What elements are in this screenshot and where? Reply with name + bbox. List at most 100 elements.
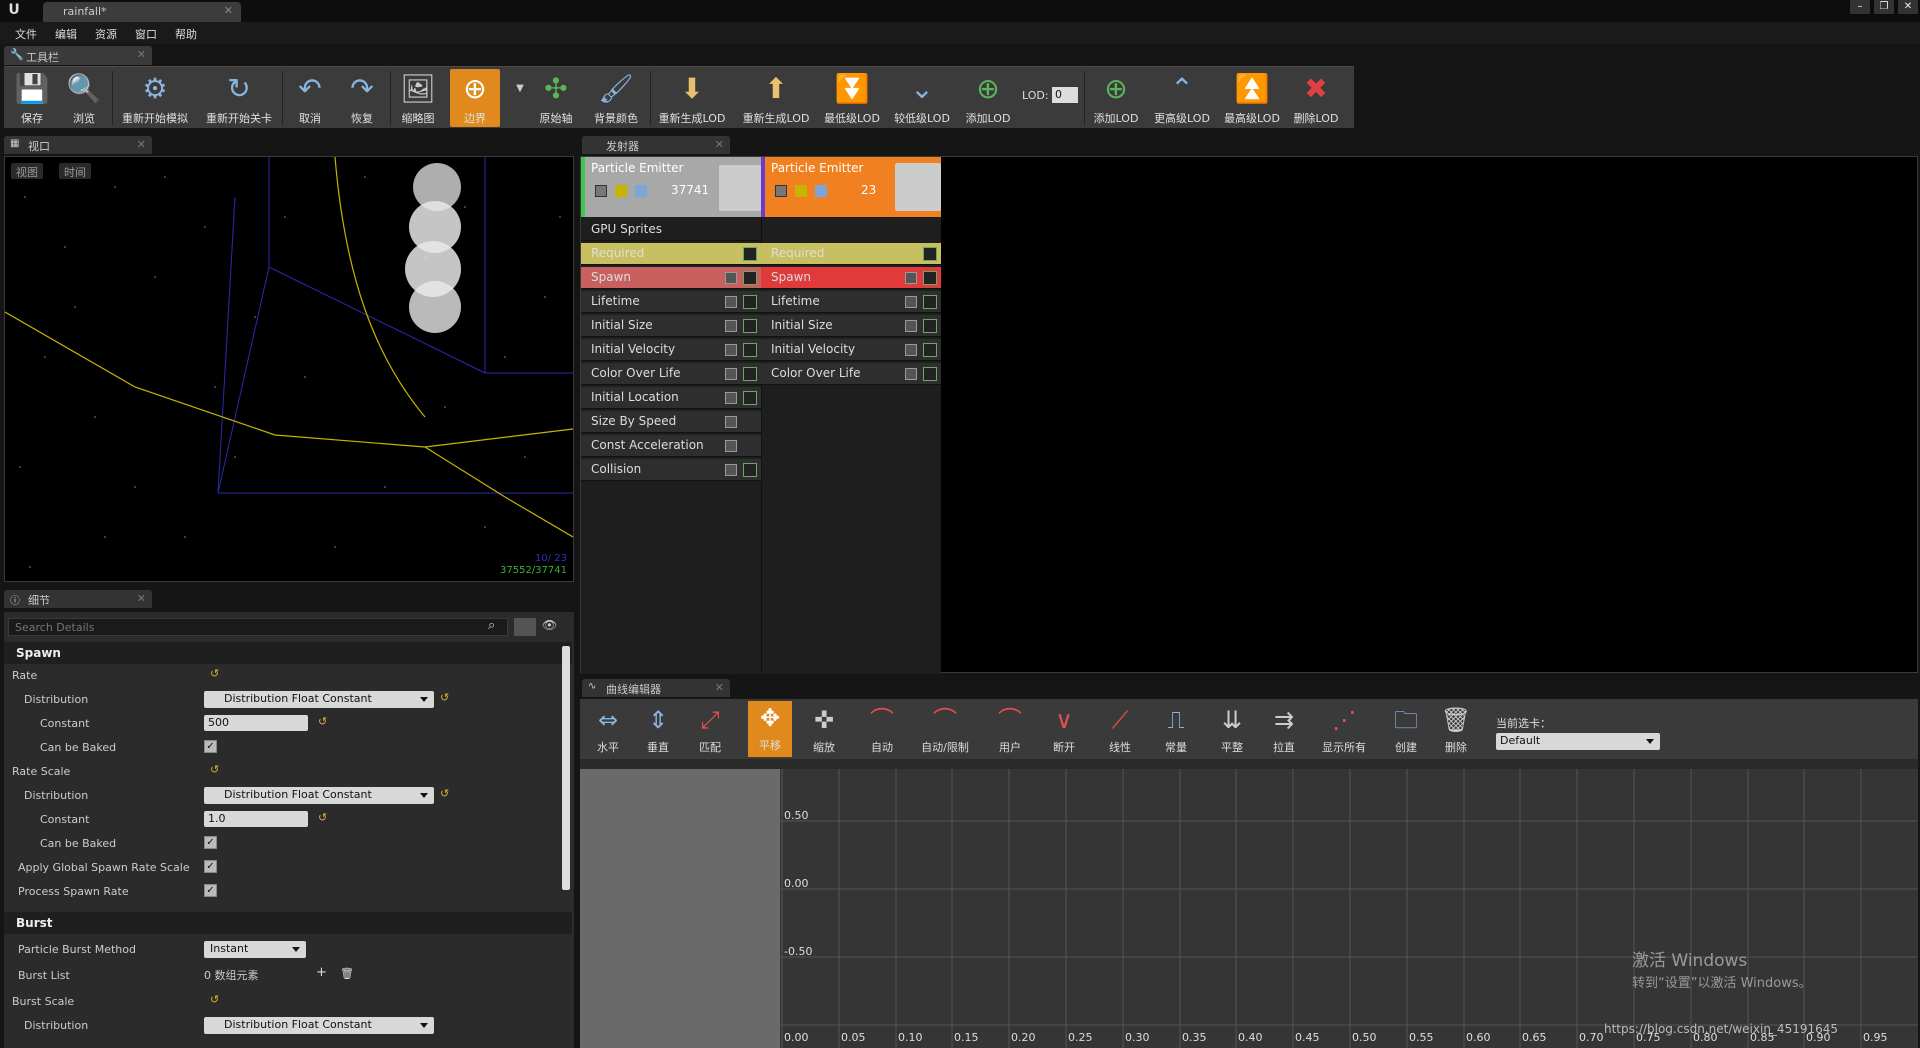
enable-checkbox[interactable] xyxy=(905,368,917,380)
category-spawn[interactable]: Spawn xyxy=(4,642,572,664)
restart-level-button[interactable]: ↻ 重新开始关卡 xyxy=(200,69,278,127)
solo-icon[interactable] xyxy=(615,185,627,197)
graph-icon[interactable] xyxy=(743,343,757,357)
auto-button[interactable]: ⌒ 自动 xyxy=(862,703,902,755)
distribution-combo[interactable]: Distribution Float Constant xyxy=(204,691,434,708)
show-all-button[interactable]: ⋰ 显示所有 xyxy=(1314,703,1374,755)
enable-checkbox[interactable] xyxy=(775,185,787,197)
graph-icon[interactable] xyxy=(923,343,937,357)
constant-input[interactable]: 1.0 xyxy=(204,811,308,827)
module-color-over-life[interactable]: Color Over Life xyxy=(761,363,941,385)
linear-button[interactable]: ⟋ 线性 xyxy=(1098,703,1142,755)
reset-icon[interactable]: ↺ xyxy=(440,691,449,704)
reset-icon[interactable]: ↺ xyxy=(318,715,327,728)
save-button[interactable]: 💾 保存 xyxy=(8,69,56,127)
module-spawn[interactable]: Spawn xyxy=(761,267,941,289)
reset-icon[interactable]: ↺ xyxy=(440,787,449,800)
break-button[interactable]: ∨ 断开 xyxy=(1042,703,1086,755)
graph-icon[interactable] xyxy=(923,247,937,261)
menu-asset[interactable]: 资源 xyxy=(86,22,126,44)
sprite-icon[interactable] xyxy=(635,185,647,197)
fit-button[interactable]: ⤢ 匹配 xyxy=(690,703,730,755)
reset-icon[interactable]: ↺ xyxy=(210,763,219,776)
category-burst[interactable]: Burst xyxy=(4,912,572,934)
graph-icon[interactable] xyxy=(923,295,937,309)
restore-icon[interactable]: ❐ xyxy=(1874,0,1894,14)
create-button[interactable]: 🗀 创建 xyxy=(1386,703,1426,755)
time-button[interactable]: 时间 xyxy=(59,163,91,179)
regen-lod-button[interactable]: ⬇ 重新生成LOD xyxy=(654,69,730,127)
add-lod2-button[interactable]: ⊕ 添加LOD xyxy=(1088,69,1144,127)
graph-icon[interactable] xyxy=(743,295,757,309)
enable-checkbox[interactable] xyxy=(905,296,917,308)
undo-button[interactable]: ↶ 取消 xyxy=(286,69,334,127)
emitters-tab[interactable]: 发射器 ✕ xyxy=(582,136,730,154)
view-options-icon[interactable] xyxy=(514,618,536,636)
reset-icon[interactable]: ↺ xyxy=(318,811,327,824)
fit-horizontal-button[interactable]: ⇔ 水平 xyxy=(588,703,628,755)
distribution-combo[interactable]: Distribution Float Constant xyxy=(204,1017,434,1034)
graph-icon[interactable] xyxy=(923,319,937,333)
straighten-button[interactable]: ⇉ 拉直 xyxy=(1262,703,1306,755)
module-initial-location[interactable]: Initial Location xyxy=(581,387,761,409)
enable-checkbox[interactable] xyxy=(725,296,737,308)
module-color-over-life[interactable]: Color Over Life xyxy=(581,363,761,385)
user-button[interactable]: ⌒ 用户 xyxy=(988,703,1032,755)
module-lifetime[interactable]: Lifetime xyxy=(761,291,941,313)
menu-edit[interactable]: 编辑 xyxy=(46,22,86,44)
menu-window[interactable]: 窗口 xyxy=(126,22,166,44)
auto-clamped-button[interactable]: ⌒ 自动/限制 xyxy=(910,703,980,755)
bg-color-button[interactable]: 🖌 背景颜色 xyxy=(586,69,646,127)
restart-sim-button[interactable]: ⚙ 重新开始模拟 xyxy=(116,69,194,127)
enable-checkbox[interactable] xyxy=(905,320,917,332)
viewport-tab[interactable]: ▦ 视口 ✕ xyxy=(4,136,152,154)
pan-button[interactable]: ✥ 平移 xyxy=(748,701,792,757)
close-icon[interactable]: ✕ xyxy=(224,4,233,17)
enable-checkbox[interactable] xyxy=(725,320,737,332)
toolbar-tab[interactable]: 🔧 工具栏 ✕ xyxy=(4,46,152,65)
module-lifetime[interactable]: Lifetime xyxy=(581,291,761,313)
details-scrollbar[interactable] xyxy=(562,646,570,890)
emitter-header-1[interactable]: Particle Emitter 37741 xyxy=(581,157,761,217)
distribution-combo[interactable]: Distribution Float Constant xyxy=(204,787,434,804)
constant-input[interactable]: 500 xyxy=(204,715,308,731)
burst-method-combo[interactable]: Instant xyxy=(204,941,306,958)
module-spawn[interactable]: Spawn xyxy=(581,267,761,289)
higher-lod-button[interactable]: ⌃ 更高级LOD xyxy=(1150,69,1214,127)
curve-editor-tab[interactable]: ∿ 曲线编辑器 ✕ xyxy=(582,679,730,697)
enable-checkbox[interactable] xyxy=(725,392,737,404)
close-icon[interactable]: ✕ xyxy=(137,138,146,151)
module-required[interactable]: Required xyxy=(761,243,941,265)
reset-icon[interactable]: ↺ xyxy=(210,993,219,1006)
can-be-baked-checkbox[interactable]: ✓ xyxy=(204,740,217,753)
close-icon[interactable]: ✕ xyxy=(137,592,146,605)
enable-checkbox[interactable] xyxy=(725,368,737,380)
enable-checkbox[interactable] xyxy=(905,344,917,356)
curve-graph[interactable]: 0.00 0.05 0.10 0.15 0.20 0.25 0.30 0.35 0.40 0.45… xyxy=(580,769,1918,1048)
constant-button[interactable]: ⎍ 常量 xyxy=(1154,703,1198,755)
eye-icon[interactable]: 👁 xyxy=(542,618,568,636)
close-icon[interactable]: ✕ xyxy=(715,681,724,694)
current-tab-select[interactable]: Default xyxy=(1496,733,1660,750)
enable-checkbox[interactable] xyxy=(725,464,737,476)
delete-button[interactable]: 🗑 删除 xyxy=(1436,703,1476,755)
enable-checkbox[interactable] xyxy=(725,440,737,452)
enable-checkbox[interactable] xyxy=(725,416,737,428)
enable-checkbox[interactable] xyxy=(905,272,917,284)
enable-checkbox[interactable] xyxy=(595,185,607,197)
lowest-lod-button[interactable]: ⏬ 最低级LOD xyxy=(820,69,884,127)
regen-lod2-button[interactable]: ⬆ 重新生成LOD xyxy=(738,69,814,127)
close-window-icon[interactable]: ✕ xyxy=(1898,0,1918,14)
module-collision[interactable]: Collision xyxy=(581,459,761,481)
reset-icon[interactable]: ↺ xyxy=(210,667,219,680)
can-be-baked-checkbox[interactable]: ✓ xyxy=(204,836,217,849)
lower-lod-button[interactable]: ⌄ 较低级LOD xyxy=(890,69,954,127)
flatten-button[interactable]: ⇊ 平整 xyxy=(1210,703,1254,755)
browse-button[interactable]: 🔍 浏览 xyxy=(60,69,108,127)
graph-icon[interactable] xyxy=(923,271,937,285)
curve-list-panel[interactable] xyxy=(580,769,780,1048)
bounds-button[interactable]: ⊕ 边界 xyxy=(450,69,500,127)
trash-icon[interactable]: 🗑 xyxy=(340,967,354,980)
graph-icon[interactable] xyxy=(743,463,757,477)
module-initial-velocity[interactable]: Initial Velocity xyxy=(581,339,761,361)
